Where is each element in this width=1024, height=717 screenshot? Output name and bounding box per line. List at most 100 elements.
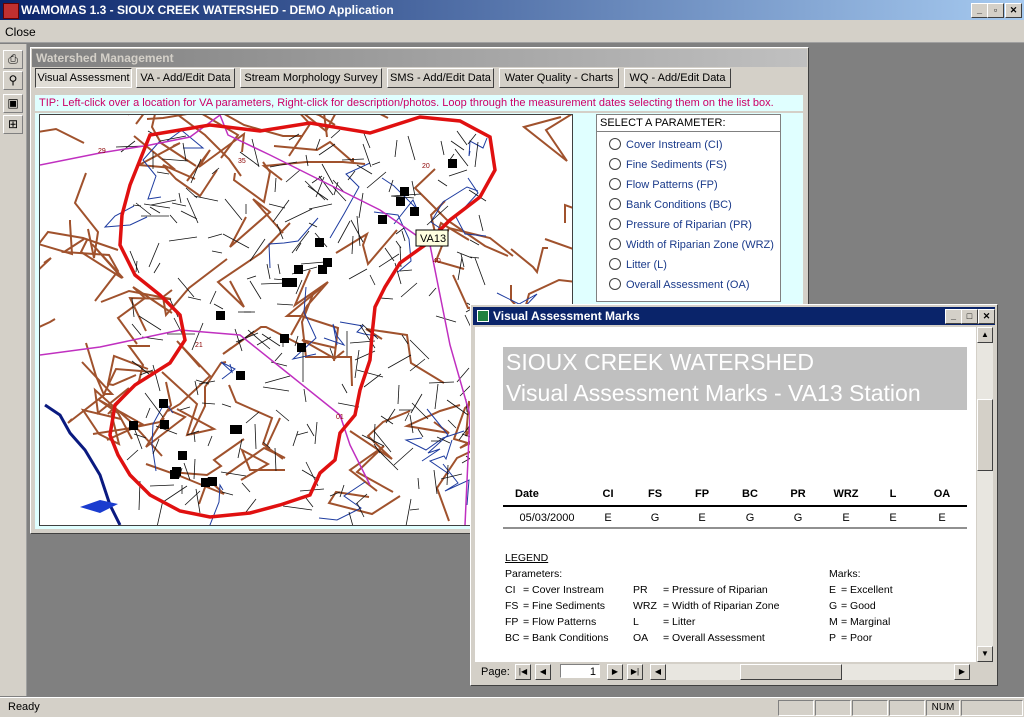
station-marker[interactable] (294, 265, 303, 274)
station-marker[interactable] (280, 334, 289, 343)
report-vertical-scrollbar[interactable]: ▲ ▼ (977, 327, 993, 662)
street (193, 432, 196, 443)
street (264, 375, 291, 384)
scroll-left-arrow-icon[interactable]: ◀ (650, 664, 666, 680)
street (153, 262, 161, 274)
station-marker[interactable] (236, 371, 245, 380)
station-marker[interactable] (230, 425, 239, 434)
station-marker[interactable] (410, 207, 419, 216)
tab-water-quality-charts[interactable]: Water Quality - Charts (499, 68, 619, 88)
first-page-icon[interactable]: |◀ (515, 664, 531, 680)
hscroll-thumb[interactable] (740, 664, 842, 680)
station-marker[interactable] (288, 278, 297, 287)
single-page-icon[interactable]: ▣ (3, 94, 23, 113)
page-number-input[interactable]: 1 (560, 664, 600, 678)
radio-overall-assessment[interactable]: Overall Assessment (OA) (609, 277, 789, 293)
street (405, 498, 412, 525)
station-tooltip: VA13 (420, 233, 446, 245)
last-page-icon[interactable]: ▶| (627, 664, 643, 680)
va-maximize-button[interactable]: □ (961, 309, 978, 324)
multi-page-icon[interactable]: ⊞ (3, 115, 23, 134)
svg-text:35: 35 (238, 158, 246, 165)
station-marker[interactable] (172, 467, 181, 476)
status-bar: Ready NUM (0, 697, 1024, 717)
station-marker[interactable] (378, 215, 387, 224)
next-page-icon[interactable]: ▶ (607, 664, 623, 680)
station-marker[interactable] (297, 343, 306, 352)
legend-desc: = Flow Patterns (523, 616, 597, 628)
street (332, 179, 345, 193)
street (348, 268, 368, 280)
tab-wq-add-edit[interactable]: WQ - Add/Edit Data (624, 68, 731, 88)
station-marker[interactable] (396, 197, 405, 206)
close-window-button[interactable]: ✕ (1005, 3, 1022, 18)
legend-mark-desc: = Marginal (841, 616, 891, 628)
tab-va-add-edit[interactable]: VA - Add/Edit Data (136, 68, 235, 88)
legend-abbr: OA (633, 632, 649, 644)
tab-visual-assessment[interactable]: Visual Assessment (35, 68, 132, 88)
street (428, 381, 455, 384)
radio-pressure-riparian[interactable]: Pressure of Riparian (PR) (609, 217, 789, 233)
street (211, 250, 223, 254)
parameter-header: SELECT A PARAMETER: (597, 115, 781, 132)
report-icon (477, 310, 489, 322)
street (428, 287, 437, 297)
road (510, 247, 548, 275)
radio-bank-conditions[interactable]: Bank Conditions (BC) (609, 197, 789, 213)
street (296, 431, 309, 436)
station-marker[interactable] (129, 421, 138, 430)
street (282, 505, 313, 511)
scroll-right-arrow-icon[interactable]: ▶ (954, 664, 970, 680)
street (395, 240, 402, 249)
scroll-thumb[interactable] (977, 399, 993, 471)
station-marker[interactable] (216, 311, 225, 320)
menu-close[interactable]: Close (5, 25, 36, 39)
tab-sms-add-edit[interactable]: SMS - Add/Edit Data (387, 68, 494, 88)
row-rule (503, 527, 967, 529)
street (456, 251, 473, 259)
prev-page-icon[interactable]: ◀ (535, 664, 551, 680)
print-icon[interactable]: ⎙ (3, 50, 23, 69)
va-minimize-button[interactable]: _ (945, 309, 962, 324)
station-marker[interactable] (315, 238, 324, 247)
scroll-down-arrow-icon[interactable]: ▼ (977, 646, 993, 662)
radio-litter[interactable]: Litter (L) (609, 257, 789, 273)
page-label: Page: (481, 666, 510, 678)
legend-mark-abbr: M (829, 616, 838, 628)
radio-cover-instream[interactable]: Cover Instream (CI) (609, 137, 789, 153)
station-marker[interactable] (318, 265, 327, 274)
road (300, 293, 353, 387)
station-marker[interactable] (178, 451, 187, 460)
zoom-icon[interactable]: ⚲ (3, 71, 23, 90)
street (363, 373, 382, 388)
report-horizontal-scrollbar[interactable]: ◀ ▶ (650, 664, 970, 680)
minimize-button[interactable]: _ (971, 3, 988, 18)
street (399, 269, 413, 272)
scroll-up-arrow-icon[interactable]: ▲ (977, 327, 993, 343)
street (409, 508, 420, 511)
legend-title: LEGEND (505, 552, 549, 564)
station-marker[interactable] (208, 477, 217, 486)
road (521, 115, 572, 162)
col-header-bc: BC (742, 488, 758, 500)
legend-abbr: FS (505, 600, 519, 612)
tab-stream-morphology[interactable]: Stream Morphology Survey (240, 68, 382, 88)
radio-flow-patterns[interactable]: Flow Patterns (FP) (609, 177, 789, 193)
radio-width-riparian[interactable]: Width of Riparian Zone (WRZ) (609, 237, 789, 253)
street (272, 199, 290, 223)
stream (455, 177, 487, 237)
station-marker[interactable] (400, 187, 409, 196)
restore-button[interactable]: ▫ (987, 3, 1004, 18)
svg-text:29: 29 (98, 148, 106, 155)
station-marker[interactable] (160, 420, 169, 429)
street (356, 164, 373, 175)
station-marker[interactable] (159, 399, 168, 408)
station-marker[interactable] (448, 159, 457, 168)
radio-fine-sediments[interactable]: Fine Sediments (FS) (609, 157, 789, 173)
street (284, 208, 313, 223)
street (220, 471, 247, 477)
street (330, 129, 341, 139)
va-close-button[interactable]: ✕ (978, 309, 995, 324)
street (447, 419, 457, 429)
street (384, 247, 395, 262)
